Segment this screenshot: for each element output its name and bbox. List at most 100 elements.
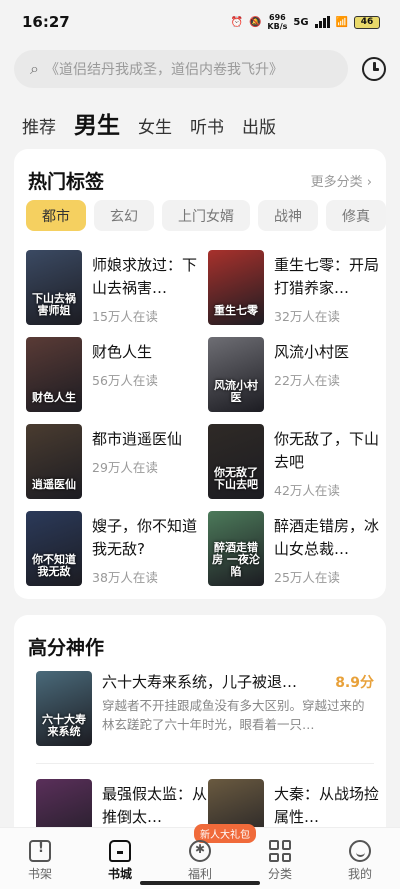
nav-bookstore[interactable]: 书城 [90,840,150,882]
bottom-nav: 书架 书城 新人大礼包 福利 分类 我的 [0,824,400,889]
home-indicator [140,881,260,885]
nav-bookshelf[interactable]: 书架 [10,840,70,882]
book-cover: 六十大寿来系统 [36,671,92,746]
tab-male[interactable]: 男生 [74,106,120,140]
bookshelf-icon [29,840,51,862]
book-item[interactable]: 重生七零 重生七零：开局打猎养家… 32万人在读 [208,250,388,328]
cover-title: 你无敌了下山去吧 [214,466,258,491]
book-title: 师娘求放过：下山去祸害… [92,256,198,297]
hot-tags-card: 热门标签 更多分类 › 都市 玄幻 上门女婿 战神 修真 下山去祸害师姐 师娘求… [14,149,386,599]
book-readers: 15万人在读 [92,309,158,324]
book-score: 8.9分 [335,674,374,691]
book-readers: 38万人在读 [92,570,158,585]
book-item[interactable]: 你无敌了下山去吧 你无敌了，下山去吧 42万人在读 [208,424,388,502]
book-readers: 25万人在读 [274,570,340,585]
tag-chip-shangmen[interactable]: 上门女婿 [162,200,250,231]
book-cover: 重生七零 [208,250,264,325]
book-description: 穿越者不开挂跟咸鱼没有多大区别。穿越过来的林玄蹉跎了六十年时光，眼看着一只… [102,698,365,732]
history-clock-icon[interactable] [362,57,386,81]
cover-title: 逍遥医仙 [32,478,76,491]
nav-profile[interactable]: 我的 [330,840,390,882]
tag-chip-zhanshen[interactable]: 战神 [258,200,318,231]
book-title: 醉酒走错房，冰山女总裁… [274,517,380,558]
tag-chip-dushi[interactable]: 都市 [26,200,86,231]
grid-icon [269,840,291,862]
high-rated-card: 高分神作 六十大寿来系统 六十大寿来系统，儿子被退… 8.9分 穿越者不开挂跟咸… [14,615,386,854]
high-rated-title: 高分神作 [28,637,105,659]
divider [36,763,374,764]
book-cover: 你无敌了下山去吧 [208,424,264,499]
search-row: ⌕ 《道侣结丹我成圣，道侣内卷我飞升》 [0,44,400,88]
nav-label: 分类 [267,867,292,881]
featured-book[interactable]: 六十大寿来系统 六十大寿来系统，儿子被退… 8.9分 穿越者不开挂跟咸鱼没有多大… [36,671,374,749]
cover-title: 重生七零 [214,304,258,317]
search-input[interactable]: ⌕ 《道侣结丹我成圣，道侣内卷我飞升》 [14,50,348,88]
nav-category[interactable]: 分类 [250,840,310,882]
home-icon [109,840,131,862]
nav-label: 福利 [187,867,212,881]
cover-title: 财色人生 [32,391,76,404]
status-icons: ⏰ 🔕 696 KB/s 5G 📶 46 [230,13,380,31]
book-title: 六十大寿来系统，儿子被退… [102,673,298,691]
tag-chip-xiuzhen[interactable]: 修真 [326,200,386,231]
book-cover: 逍遥医仙 [26,424,82,499]
tab-publish[interactable]: 出版 [242,113,276,138]
book-readers: 56万人在读 [92,373,158,388]
book-title: 财色人生 [92,343,153,361]
book-title: 最强假太监：从推倒太… [102,785,208,826]
net-speed: 696 KB/s [267,13,287,31]
search-icon: ⌕ [30,59,39,78]
profile-icon [349,840,371,862]
wifi-icon: 📶 [335,16,348,28]
cover-title: 下山去祸害师姐 [32,292,76,317]
book-item[interactable]: 醉酒走错房 一夜沦陷 醉酒走错房，冰山女总裁… 25万人在读 [208,511,388,589]
cover-title: 六十大寿来系统 [42,713,86,738]
book-item[interactable]: 风流小村医 风流小村医 22万人在读 [208,337,388,415]
book-title: 风流小村医 [274,343,350,361]
book-item[interactable]: 逍遥医仙 都市逍遥医仙 29万人在读 [26,424,206,502]
book-cover: 醉酒走错房 一夜沦陷 [208,511,264,586]
status-bar: 16:27 ⏰ 🔕 696 KB/s 5G 📶 46 [0,0,400,44]
book-item[interactable]: 下山去祸害师姐 师娘求放过：下山去祸害… 15万人在读 [26,250,206,328]
book-cover: 你不知道我无敌 [26,511,82,586]
book-item[interactable]: 财色人生 财色人生 56万人在读 [26,337,206,415]
book-item[interactable]: 你不知道我无敌 嫂子，你不知道我无敌? 38万人在读 [26,511,206,589]
mute-icon: 🔕 [248,16,262,28]
cover-title: 醉酒走错房 一夜沦陷 [212,541,260,578]
book-readers: 29万人在读 [92,460,158,475]
status-time: 16:27 [22,13,70,31]
cover-title: 你不知道我无敌 [32,553,76,578]
book-cover: 财色人生 [26,337,82,412]
alarm-icon: ⏰ [230,16,243,28]
nav-welfare[interactable]: 新人大礼包 福利 [170,824,256,882]
book-title: 大秦：从战场捡属性… [274,785,380,826]
nav-label: 书架 [27,867,52,881]
book-readers: 42万人在读 [274,483,340,498]
battery-icon: 46 [354,15,380,29]
tab-recommend[interactable]: 推荐 [22,113,56,138]
network-type: 5G [293,16,309,28]
gift-icon [189,840,211,862]
net-speed-unit: KB/s [267,22,288,31]
more-categories-link[interactable]: 更多分类 › [311,171,372,190]
nav-label: 书城 [107,867,132,881]
book-readers: 32万人在读 [274,309,340,324]
book-readers: 22万人在读 [274,373,340,388]
book-cover: 下山去祸害师姐 [26,250,82,325]
hot-tags-title: 热门标签 [28,171,105,193]
cover-title: 风流小村医 [214,379,258,404]
tag-chips: 都市 玄幻 上门女婿 战神 修真 [26,200,386,231]
book-title: 重生七零：开局打猎养家… [274,256,380,297]
tag-chip-xuanhuan[interactable]: 玄幻 [94,200,154,231]
book-title: 都市逍遥医仙 [92,430,183,448]
tab-female[interactable]: 女生 [138,113,172,138]
signal-icon [314,16,330,28]
tab-audio[interactable]: 听书 [190,113,224,138]
book-title: 你无敌了，下山去吧 [274,430,380,471]
net-speed-value: 696 [269,13,286,22]
search-placeholder: 《道侣结丹我成圣，道侣内卷我飞升》 [44,62,283,78]
book-title: 嫂子，你不知道我无敌? [92,517,198,558]
book-cover: 风流小村医 [208,337,264,412]
nav-label: 我的 [347,867,372,881]
category-tabs: 推荐 男生 女生 听书 出版 [0,88,400,150]
